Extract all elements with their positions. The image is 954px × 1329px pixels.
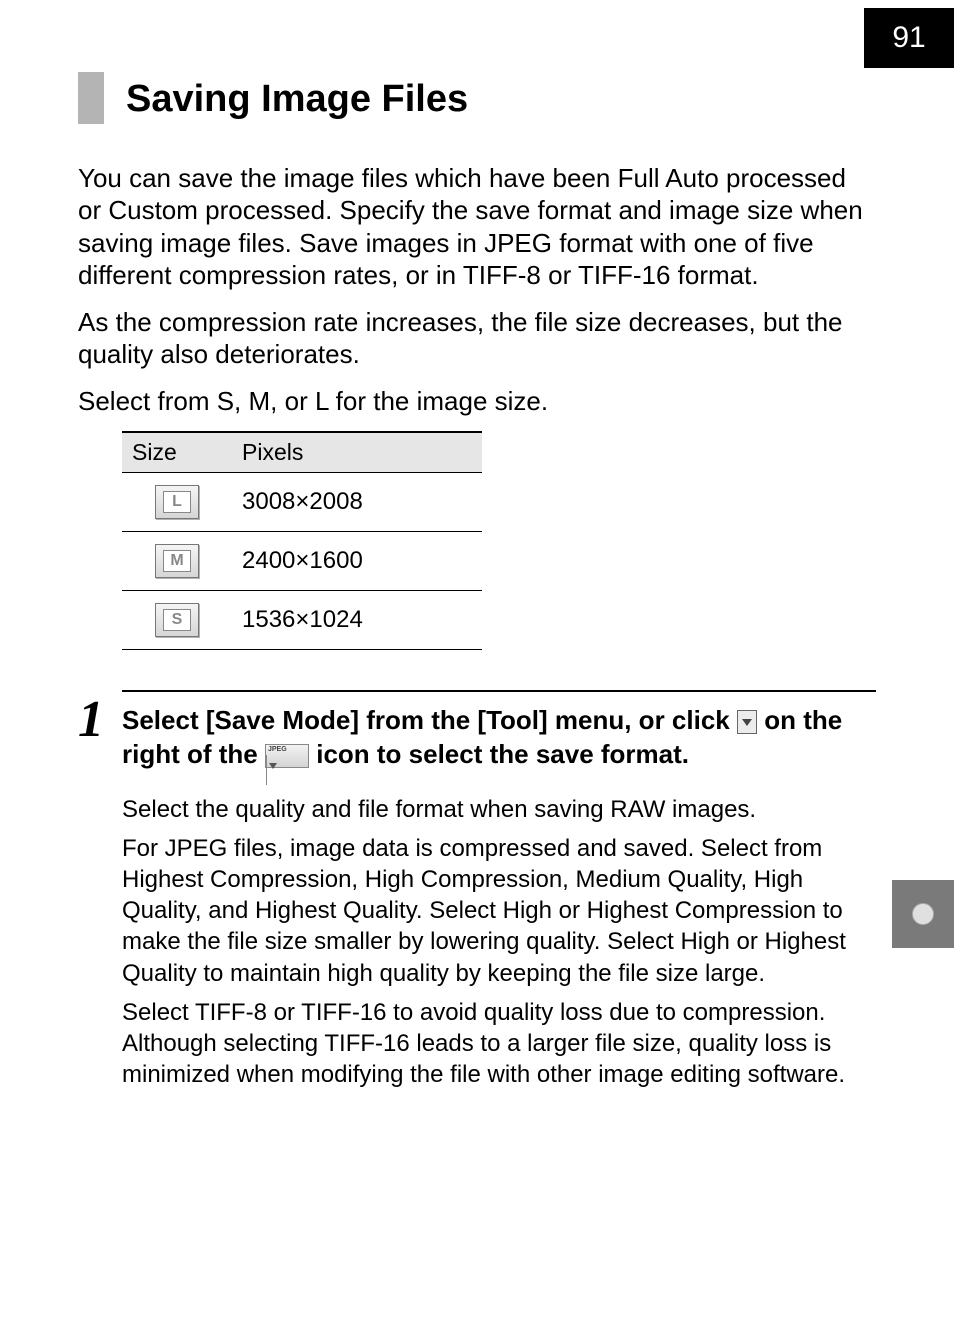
page-number: 91 [864,8,954,68]
side-tab-dot-icon [912,903,934,925]
size-icon-letter: M [163,550,191,572]
step-body-p2: For JPEG files, image data is compressed… [122,833,876,989]
pixels-value: 3008×2008 [232,473,482,532]
table-row: M 2400×1600 [122,532,482,591]
dropdown-arrow-icon [737,710,757,734]
table-header-pixels: Pixels [232,432,482,473]
step-heading: Select [Save Mode] from the [Tool] menu,… [122,704,876,772]
step-number: 1 [78,690,122,1098]
heading-accent-bar [78,72,104,124]
step-heading-part-c: icon to select the save format. [316,739,689,769]
pixels-value: 2400×1600 [232,532,482,591]
size-pixels-table: Size Pixels L 3008×2008 M [122,431,482,650]
size-icon-letter: L [163,491,191,513]
page-title: Saving Image Files [126,72,468,124]
table-row: S 1536×1024 [122,591,482,650]
intro-paragraph-3: Select from S, M, or L for the image siz… [78,385,876,418]
size-l-icon: L [155,485,199,519]
step-heading-part-a: Select [Save Mode] from the [Tool] menu,… [122,705,737,735]
table-row: L 3008×2008 [122,473,482,532]
intro-paragraph-1: You can save the image files which have … [78,162,876,292]
jpeg-format-icon: JPEG [265,744,309,768]
size-icon-letter: S [163,609,191,631]
size-m-icon: M [155,544,199,578]
table-header-size: Size [122,432,232,473]
step-body-p1: Select the quality and file format when … [122,794,876,825]
size-s-icon: S [155,603,199,637]
step-body-p3: Select TIFF-8 or TIFF-16 to avoid qualit… [122,997,876,1091]
intro-paragraph-2: As the compression rate increases, the f… [78,306,876,371]
side-thumb-tab [892,880,954,948]
pixels-value: 1536×1024 [232,591,482,650]
